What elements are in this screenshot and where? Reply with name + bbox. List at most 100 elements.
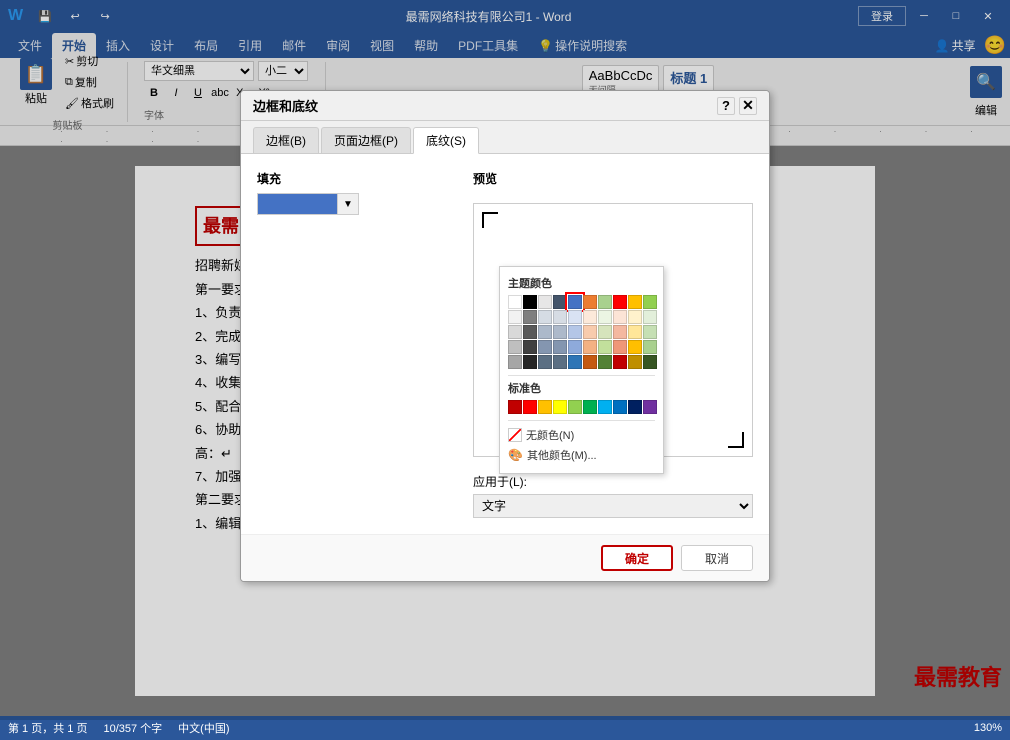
theme-color-cell[interactable] — [613, 355, 627, 369]
zoom-level[interactable]: 130% — [974, 722, 1002, 734]
theme-color-cell[interactable] — [583, 340, 597, 354]
theme-color-cell[interactable] — [553, 340, 567, 354]
apply-to-section: 应用于(L): 文字 段落 — [473, 473, 753, 518]
standard-color-cell[interactable] — [628, 400, 642, 414]
corner-br-mark — [728, 432, 744, 448]
no-color-option[interactable]: 无颜色(N) — [508, 425, 655, 445]
theme-color-cell[interactable] — [643, 310, 657, 324]
theme-color-cell[interactable] — [523, 295, 537, 309]
theme-color-cell[interactable] — [523, 310, 537, 324]
theme-color-cell[interactable] — [613, 310, 627, 324]
theme-color-cell[interactable] — [643, 340, 657, 354]
theme-color-grid — [508, 295, 655, 369]
theme-color-cell[interactable] — [538, 310, 552, 324]
border-shading-dialog: 边框和底纹 ? ✕ 边框(B) 页面边框(P) 底纹(S) 填充 ▼ — [240, 90, 770, 582]
theme-color-cell[interactable] — [523, 325, 537, 339]
theme-color-cell[interactable] — [598, 310, 612, 324]
theme-color-cell[interactable] — [613, 295, 627, 309]
theme-color-cell[interactable] — [643, 325, 657, 339]
standard-color-cell[interactable] — [568, 400, 582, 414]
more-colors-option[interactable]: 🎨 其他颜色(M)... — [508, 445, 655, 465]
standard-color-cell[interactable] — [583, 400, 597, 414]
theme-color-cell[interactable] — [568, 295, 582, 309]
dialog-tab-border[interactable]: 边框(B) — [253, 127, 319, 153]
theme-color-cell[interactable] — [568, 355, 582, 369]
theme-color-cell[interactable] — [628, 295, 642, 309]
dialog-tabs: 边框(B) 页面边框(P) 底纹(S) — [241, 121, 769, 154]
color-wheel-icon: 🎨 — [508, 448, 523, 462]
standard-color-cell[interactable] — [598, 400, 612, 414]
theme-color-cell[interactable] — [538, 295, 552, 309]
theme-color-cell[interactable] — [628, 310, 642, 324]
standard-color-cell[interactable] — [538, 400, 552, 414]
dialog-titlebar: 边框和底纹 ? ✕ — [241, 91, 769, 121]
color-picker-popup: 主题颜色 标准色 无颜色(N) 🎨 其他颜色(M)... — [499, 266, 664, 474]
theme-color-cell[interactable] — [628, 325, 642, 339]
theme-color-cell[interactable] — [553, 295, 567, 309]
theme-color-cell[interactable] — [508, 340, 522, 354]
theme-color-cell[interactable] — [538, 355, 552, 369]
theme-color-cell[interactable] — [523, 355, 537, 369]
fill-dropdown-arrow[interactable]: ▼ — [337, 193, 359, 215]
theme-color-cell[interactable] — [598, 325, 612, 339]
theme-color-cell[interactable] — [598, 295, 612, 309]
theme-color-cell[interactable] — [553, 355, 567, 369]
fill-label: 填充 — [257, 170, 457, 187]
confirm-button[interactable]: 确定 — [601, 545, 673, 571]
status-left: 第 1 页，共 1 页 10/357 个字 中文(中国) — [8, 720, 230, 736]
theme-color-cell[interactable] — [508, 355, 522, 369]
dialog-overlay: 边框和底纹 ? ✕ 边框(B) 页面边框(P) 底纹(S) 填充 ▼ — [0, 0, 1010, 720]
theme-color-cell[interactable] — [553, 325, 567, 339]
theme-color-cell[interactable] — [508, 325, 522, 339]
cancel-button[interactable]: 取消 — [681, 545, 753, 571]
theme-color-cell[interactable] — [613, 325, 627, 339]
fill-section: 填充 ▼ — [257, 170, 457, 215]
theme-color-cell[interactable] — [598, 355, 612, 369]
apply-to-select[interactable]: 文字 段落 — [473, 494, 753, 518]
dialog-help-button[interactable]: ? — [717, 97, 735, 115]
theme-color-cell[interactable] — [628, 355, 642, 369]
theme-color-cell[interactable] — [598, 340, 612, 354]
standard-color-cell[interactable] — [613, 400, 627, 414]
theme-color-cell[interactable] — [538, 325, 552, 339]
theme-colors-label: 主题颜色 — [508, 275, 655, 291]
color-picker-divider — [508, 375, 655, 376]
dialog-body: 填充 ▼ 主题颜色 标准色 无颜色(N) — [241, 154, 769, 534]
word-count: 10/357 个字 — [103, 720, 162, 736]
dialog-title: 边框和底纹 — [253, 96, 318, 115]
preview-label: 预览 — [473, 170, 753, 187]
page-count: 第 1 页，共 1 页 — [8, 720, 87, 736]
theme-color-cell[interactable] — [523, 340, 537, 354]
theme-color-cell[interactable] — [568, 325, 582, 339]
theme-color-cell[interactable] — [583, 325, 597, 339]
standard-color-grid — [508, 400, 655, 414]
standard-color-cell[interactable] — [643, 400, 657, 414]
dialog-tab-page-border[interactable]: 页面边框(P) — [321, 127, 411, 153]
fill-color-button[interactable]: ▼ — [257, 193, 457, 215]
color-picker-divider2 — [508, 420, 655, 421]
theme-color-cell[interactable] — [643, 295, 657, 309]
theme-color-cell[interactable] — [613, 340, 627, 354]
theme-color-cell[interactable] — [538, 340, 552, 354]
standard-color-cell[interactable] — [508, 400, 522, 414]
standard-color-cell[interactable] — [523, 400, 537, 414]
dialog-tab-shading[interactable]: 底纹(S) — [413, 127, 479, 154]
language-indicator[interactable]: 中文(中国) — [178, 720, 229, 736]
standard-color-cell[interactable] — [553, 400, 567, 414]
theme-color-cell[interactable] — [568, 310, 582, 324]
dialog-close-button[interactable]: ✕ — [739, 97, 757, 115]
theme-color-cell[interactable] — [508, 295, 522, 309]
theme-color-cell[interactable] — [583, 310, 597, 324]
theme-color-cell[interactable] — [583, 355, 597, 369]
theme-color-cell[interactable] — [583, 295, 597, 309]
theme-color-cell[interactable] — [643, 355, 657, 369]
apply-to-label: 应用于(L): — [473, 473, 753, 490]
dialog-footer: 确定 取消 — [241, 534, 769, 581]
status-right: 130% — [974, 722, 1002, 734]
theme-color-cell[interactable] — [553, 310, 567, 324]
theme-color-cell[interactable] — [628, 340, 642, 354]
standard-colors-label: 标准色 — [508, 380, 655, 396]
theme-color-cell[interactable] — [508, 310, 522, 324]
no-color-icon — [508, 428, 522, 442]
theme-color-cell[interactable] — [568, 340, 582, 354]
